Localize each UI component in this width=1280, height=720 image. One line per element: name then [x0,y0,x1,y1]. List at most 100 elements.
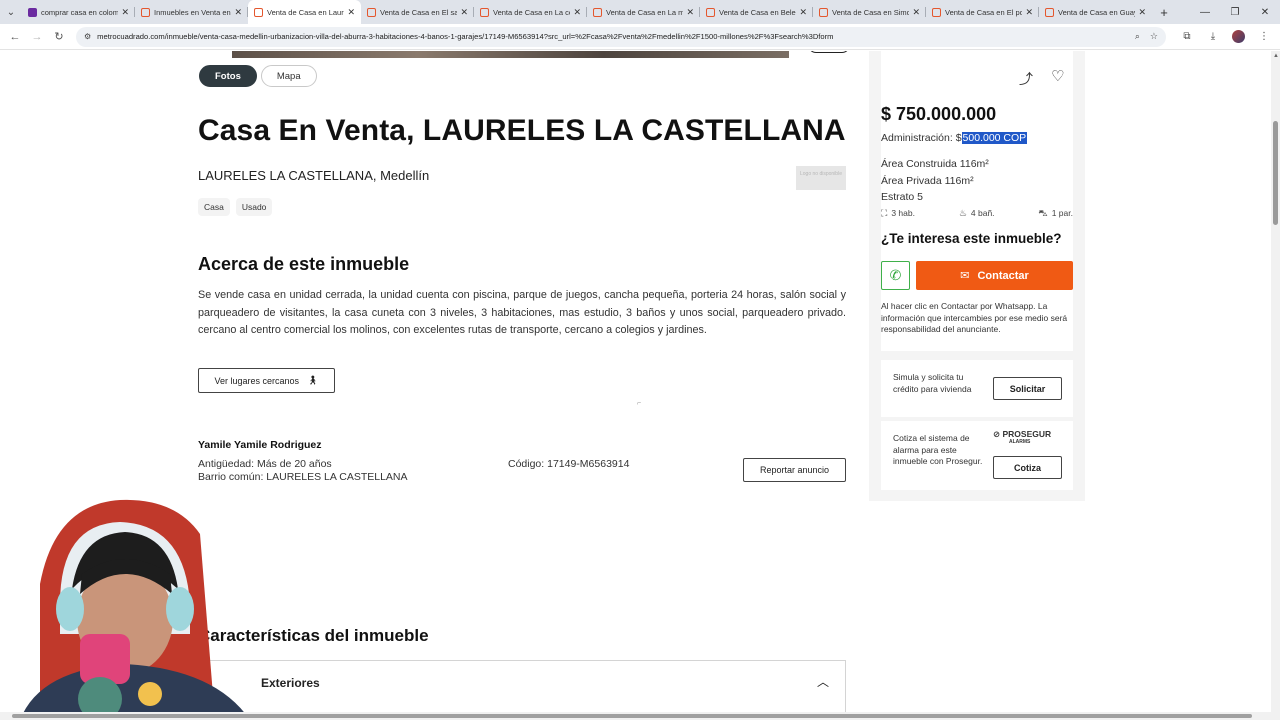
close-tab-icon[interactable]: ✕ [234,7,242,18]
close-tab-icon[interactable]: ✕ [1025,7,1033,18]
restore-icon[interactable]: ❐ [1220,0,1250,24]
listing-location: LAURELES LA CASTELLANA, Medellín [198,168,430,183]
back-icon[interactable]: ← [4,31,26,43]
forward-icon[interactable]: → [26,31,48,43]
reload-icon[interactable]: ↻ [48,30,70,43]
features-accordion[interactable]: Exteriores ︿ [198,660,846,720]
admin-fee: Administración: $500.000 COP [881,132,1028,144]
minimize-icon[interactable]: — [1190,0,1220,24]
tab-map[interactable]: Mapa [260,65,317,87]
photo-gallery-edge[interactable] [232,51,789,58]
menu-icon[interactable]: ⋮ [1251,31,1277,42]
contact-button[interactable]: ✉ Contactar [916,261,1073,290]
prosegur-logo: ⊘ PROSEGUR ALARMS [993,429,1052,445]
vertical-scroll-thumb[interactable] [1273,121,1278,225]
property-neighborhood: Barrio común: LAURELES LA CASTELLANA [198,471,408,483]
gallery-counter [808,51,850,53]
mouse-cursor: ⌐ [637,400,642,407]
rooms-label: 3 hab. [891,208,915,218]
chevron-up-icon[interactable]: ︿ [817,673,829,690]
browser-tab[interactable]: Venta de Casa en La m ✕ [587,0,700,24]
close-tab-icon[interactable]: ✕ [121,7,129,18]
bookmark-star-icon[interactable]: ☆ [1150,31,1158,42]
close-tab-icon[interactable]: ✕ [460,7,468,18]
prosegur-logo-sub: ALARMS [1009,439,1031,445]
property-info: Antigüedad: Más de 20 años Barrio común:… [198,458,408,484]
tab-title: Venta de Casa en Guay [1058,7,1136,17]
new-tab-button[interactable]: + [1152,0,1176,24]
metrocuadrado-favicon-icon [480,7,489,17]
stratum: Estrato 5 [881,191,924,203]
browser-tab[interactable]: Venta de Casa en Simo ✕ [813,0,926,24]
media-tabs: Fotos Mapa [199,65,317,87]
scroll-up-icon[interactable]: ▲ [1273,53,1279,59]
heart-icon[interactable]: ♡ [1051,67,1064,85]
metrocuadrado-favicon-icon [141,7,150,17]
listing-description: Se vende casa en unidad cerrada, la unid… [198,289,846,336]
tab-photos[interactable]: Fotos [199,65,257,87]
admin-fee-value: 500.000 COP [961,132,1028,144]
walking-icon: 🚶︎ [307,375,319,385]
metrocuadrado-favicon-icon [819,7,828,17]
contact-button-label: Contactar [977,269,1029,282]
close-tab-icon[interactable]: ✕ [799,7,807,18]
browser-tab-active[interactable]: Venta de Casa en Laure ✕ [248,0,361,24]
tab-title: Venta de Casa en El po [945,7,1023,17]
browser-tab[interactable]: comprar casa en colom ✕ [22,0,135,24]
listing-price: $ 750.000.000 [881,104,997,124]
horizontal-scrollbar[interactable] [0,712,1271,720]
webcam-overlay [0,494,268,720]
tab-title: Venta de Casa en Laure [267,7,345,17]
browser-tab[interactable]: Venta de Casa en El po ✕ [926,0,1039,24]
share-icon[interactable]: ⤴︎ [1019,69,1033,89]
whatsapp-icon: ✆ [889,267,902,283]
agent-name: Yamile Yamile Rodriguez [198,439,322,451]
whatsapp-button[interactable]: ✆ [881,261,910,290]
tag-type: Casa [198,198,230,216]
profile-avatar[interactable] [1232,30,1245,43]
tab-search-icon[interactable]: ⌄ [0,0,22,24]
yahoo-favicon-icon [28,7,37,17]
close-tab-icon[interactable]: ✕ [912,7,920,18]
tab-title: comprar casa en colom [41,7,119,17]
listing-tags: Casa Usado [198,198,273,216]
interest-heading: ¿Te interesa este inmueble? [881,231,1062,246]
listing-title: Casa En Venta, LAURELES LA CASTELLANA [198,114,846,147]
close-tab-icon[interactable]: ✕ [686,7,694,18]
browser-tab[interactable]: Venta de Casa en Belen ✕ [700,0,813,24]
close-tab-icon[interactable]: ✕ [347,7,355,18]
browser-tab[interactable]: Inmuebles en Venta en ✕ [135,0,248,24]
baths-count: ♨︎ 4 bañ. [959,208,995,220]
metrocuadrado-favicon-icon [706,7,715,17]
close-tab-icon[interactable]: ✕ [573,7,581,18]
extensions-icon[interactable]: ⧉ [1174,31,1200,42]
close-window-icon[interactable]: ✕ [1250,0,1280,24]
parking-count: ⛍ 1 par. [1038,208,1073,220]
close-tab-icon[interactable]: ✕ [1138,7,1146,18]
nearby-places-label: Ver lugares cercanos [214,375,300,386]
metrocuadrado-favicon-icon [1045,7,1054,17]
horizontal-scroll-thumb[interactable] [12,714,1252,718]
nearby-places-button[interactable]: Ver lugares cercanos 🚶︎ [198,368,335,393]
browser-tab[interactable]: Venta de Casa en La co ✕ [474,0,587,24]
car-icon: ⛍ [1038,208,1048,218]
contact-disclaimer: Al hacer clic en Contactar por Whatsapp.… [881,301,1068,334]
browser-tab[interactable]: Venta de Casa en El sal ✕ [361,0,474,24]
parking-label: 1 par. [1051,208,1073,218]
zoom-icon[interactable]: ⌕ [1135,31,1140,42]
browser-tab[interactable]: Venta de Casa en Guay ✕ [1039,0,1152,24]
mail-icon: ✉ [960,270,970,282]
site-info-icon[interactable]: ⚙ [84,32,91,41]
amenities-row: ⛶ 3 hab. ♨︎ 4 bañ. ⛍ 1 par. [881,208,1073,220]
private-area: Área Privada 116m² [881,174,974,187]
address-bar[interactable]: ⚙ metrocuadrado.com/inmueble/venta-casa-… [76,26,1166,47]
vertical-scrollbar[interactable]: ▲ [1271,51,1280,720]
request-credit-button[interactable]: Solicitar [993,377,1062,400]
listing-code: Código: 17149-M6563914 [508,458,630,470]
downloads-icon[interactable]: ⤓ [1200,31,1226,42]
report-listing-button[interactable]: Reportar anuncio [743,458,846,482]
tab-title: Venta de Casa en Belen [719,7,797,17]
about-heading: Acerca de este inmueble [198,254,410,274]
quote-alarm-button[interactable]: Cotiza [993,456,1062,479]
url-text[interactable]: metrocuadrado.com/inmueble/venta-casa-me… [97,32,1125,41]
